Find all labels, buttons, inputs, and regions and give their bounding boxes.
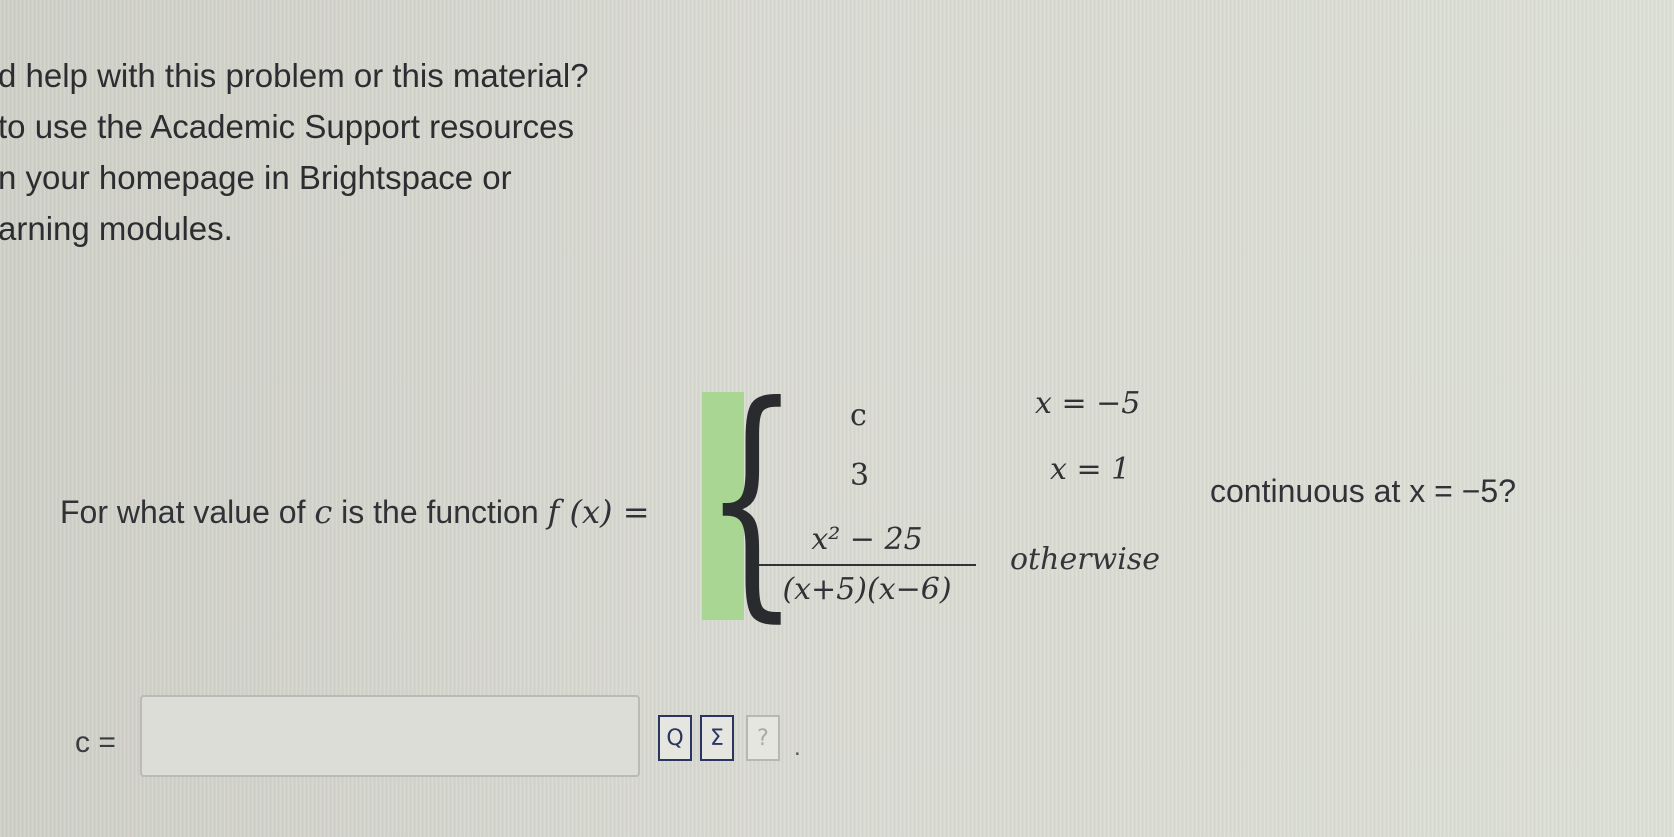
sigma-icon[interactable]: Σ [700,715,734,761]
question-stem: For what value of c is the function f (x… [60,493,650,531]
preview-icon[interactable]: Q [658,715,692,761]
help-line-2: to use the Academic Support resources [0,108,574,145]
help-line-4: arning modules. [0,210,233,247]
trailing-dot: . [794,734,801,761]
answer-input[interactable] [140,695,640,777]
fraction-bar [758,564,976,566]
question-variable: c [314,493,333,531]
question-prefix: For what value of [60,494,306,530]
question-suffix: continuous at x = −5? [1210,473,1516,509]
case-3-condition: otherwise [1010,542,1160,577]
fraction-denominator: (x+5)(x−6) [782,572,952,607]
help-line-3: n your homepage in Brightspace or [0,159,512,196]
function-name: f (x) = [547,493,650,531]
answer-label: c = [75,726,116,759]
case-2-value: 3 [850,458,870,493]
case-1-value: c [850,398,867,433]
help-line-1: d help with this problem or this materia… [0,57,589,94]
help-icon[interactable]: ? [746,715,780,761]
case-3-fraction: x² − 25 (x+5)(x−6) [758,522,976,607]
case-2-condition: x = 1 [1050,452,1131,487]
question-middle: is the function [341,494,539,530]
help-text-block: d help with this problem or this materia… [0,50,638,254]
case-1-condition: x = −5 [1035,386,1141,421]
fraction-numerator: x² − 25 [811,522,923,557]
